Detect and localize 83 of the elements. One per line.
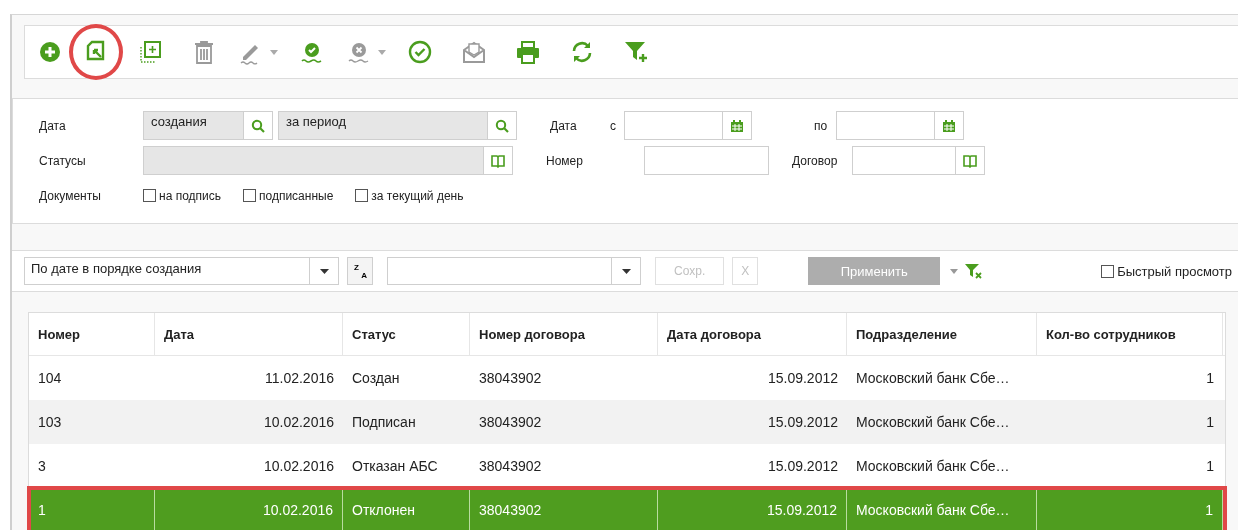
filter-icon xyxy=(623,39,649,65)
field-label: Документы xyxy=(39,188,102,203)
table-cell-text: 3 xyxy=(37,457,47,476)
add-icon xyxy=(37,39,63,65)
table-cell-text: Московский банк Сбе… xyxy=(855,413,1011,432)
table-cell-text: 1 xyxy=(1205,369,1215,388)
caret-icon xyxy=(270,49,278,55)
book-button[interactable] xyxy=(956,146,985,175)
column-header[interactable]: Подразделение xyxy=(847,313,1037,355)
field-label: с xyxy=(610,118,617,133)
document-checkbox[interactable]: на подпись xyxy=(143,188,221,203)
table-row[interactable]: 103 10.02.2016 Подписан 38043902 15.09.2012 Московский банк Сбе… 1 xyxy=(29,400,1225,444)
new-icon xyxy=(137,39,163,65)
document-checkbox[interactable]: за текущий день xyxy=(355,188,464,203)
date-to-field[interactable] xyxy=(836,111,935,140)
table-cell: 1 xyxy=(29,488,155,530)
table-cell-text: 11.02.2016 xyxy=(263,369,335,388)
field-label: Договор xyxy=(792,153,839,168)
caret-icon xyxy=(319,268,329,274)
calendar-button[interactable] xyxy=(935,111,964,140)
table-cell: 15.09.2012 xyxy=(658,488,847,530)
search-button[interactable] xyxy=(244,111,273,140)
calendar-icon xyxy=(942,118,956,133)
date-range-field[interactable]: за период xyxy=(278,111,488,140)
caret-icon xyxy=(950,268,959,274)
clear-filter-icon[interactable] xyxy=(964,263,983,279)
field-label: Номер xyxy=(546,153,584,168)
table-cell-text: 38043902 xyxy=(478,413,543,432)
table-cell-text: 103 xyxy=(37,413,63,432)
book-button[interactable] xyxy=(484,146,513,175)
search-icon xyxy=(495,118,509,133)
table-cell-text: 38043902 xyxy=(478,457,543,476)
field-label: по xyxy=(814,118,829,133)
column-header[interactable]: Статус xyxy=(343,313,470,355)
contract-field[interactable] xyxy=(852,146,956,175)
table-cell: Московский банк Сбе… xyxy=(847,488,1037,530)
check-icon xyxy=(407,39,433,65)
table-cell-text: 38043902 xyxy=(478,369,543,388)
book-icon xyxy=(491,153,505,168)
table-cell-text: 15.09.2012 xyxy=(766,413,839,432)
table-cell-text: 1 xyxy=(1205,457,1215,476)
table-cell-text: 10.02.2016 xyxy=(262,457,335,476)
column-header[interactable]: Дата xyxy=(155,313,343,355)
field-label: Дата xyxy=(39,118,67,133)
table-cell-text: Создан xyxy=(351,369,401,388)
sort-dropdown[interactable]: По дате в порядке создания xyxy=(24,257,339,285)
print-icon xyxy=(515,39,541,65)
number-field[interactable] xyxy=(644,146,769,175)
statuses-field[interactable] xyxy=(143,146,484,175)
sort-direction-button[interactable]: Z A xyxy=(347,257,373,285)
table-cell-text: Отказан АБС xyxy=(351,457,439,476)
column-header[interactable]: Кол-во сотрудников xyxy=(1037,313,1223,355)
column-header[interactable]: Номер xyxy=(29,313,155,355)
table-cell-text: Московский банк Сбе… xyxy=(855,369,1011,388)
mail-icon xyxy=(461,39,487,65)
table-cell-text: Московский банк Сбе… xyxy=(855,457,1011,476)
document-checkbox[interactable]: подписанные xyxy=(243,188,334,203)
search-icon xyxy=(251,118,265,133)
table-cell-text: 15.09.2012 xyxy=(766,457,839,476)
table-cell-text: Подписан xyxy=(351,413,417,432)
table-cell: 10.02.2016 xyxy=(155,488,343,530)
book-icon xyxy=(963,153,977,168)
date-from-field[interactable] xyxy=(624,111,723,140)
caret-icon xyxy=(621,268,631,274)
field-label: Статусы xyxy=(39,153,87,168)
table-row[interactable]: 3 10.02.2016 Отказан АБС 38043902 15.09.2012 Московский банк Сбе… 1 xyxy=(29,444,1225,488)
table-cell: 38043902 xyxy=(470,488,658,530)
field-label: Дата xyxy=(550,118,578,133)
table-cell-text: 15.09.2012 xyxy=(766,369,839,388)
quick-view-checkbox[interactable]: Быстрый просмотр xyxy=(1101,263,1232,279)
calendar-button[interactable] xyxy=(723,111,752,140)
search-button[interactable] xyxy=(488,111,517,140)
date-type-field[interactable]: создания xyxy=(143,111,244,140)
table-cell-text: 104 xyxy=(37,369,63,388)
table-row[interactable]: 104 11.02.2016 Создан 38043902 15.09.2012 Московский банк Сбе… 1 xyxy=(29,356,1225,400)
calendar-icon xyxy=(730,118,744,133)
table-cell: 1 xyxy=(1037,488,1223,530)
table-cell-text: 1 xyxy=(1205,413,1215,432)
table-cell-text: 10.02.2016 xyxy=(262,413,335,432)
table-cell: Отклонен xyxy=(343,488,470,530)
column-header[interactable]: Дата договора xyxy=(658,313,847,355)
column-header[interactable]: Номер договора xyxy=(470,313,658,355)
caret-icon xyxy=(378,49,386,55)
